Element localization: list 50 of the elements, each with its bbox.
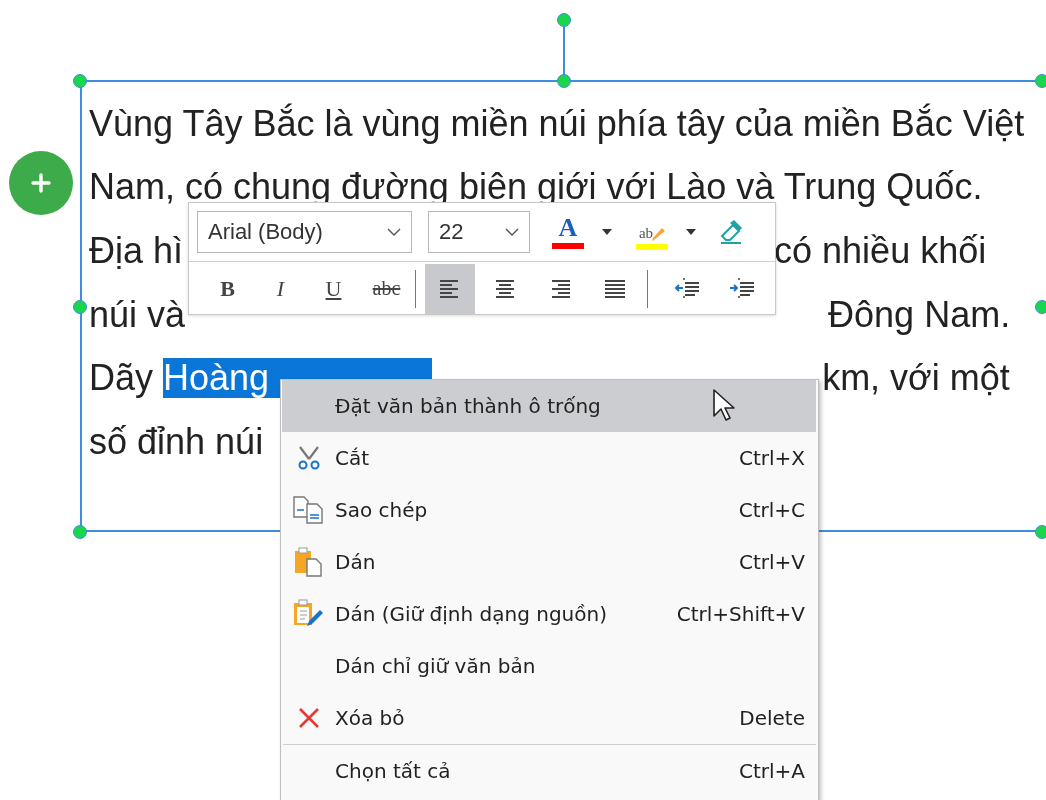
text-line: km, với một [822,358,1010,399]
menu-item[interactable]: Chọn tất cả Ctrl+A [282,745,816,797]
shortcut-text: Ctrl+X [738,446,805,470]
text-line: Đông Nam. [828,294,1011,335]
highlight-button[interactable]: ab [634,211,670,253]
resize-handle[interactable] [73,525,87,539]
copy-icon [292,496,325,524]
text-line: Dãy [89,358,155,399]
text-line: có nhiều khối [774,231,987,271]
shortcut-text: Delete [739,706,805,730]
rotate-handle[interactable] [557,13,571,27]
shortcut-text: Ctrl+A [738,759,805,783]
shortcut-text: Ctrl+V [738,550,805,574]
menu-item[interactable]: Xóa bỏ Delete [282,692,816,744]
plus-icon [30,172,52,194]
pen-icon [651,226,666,242]
underline-button[interactable]: U [307,268,360,309]
resize-handle[interactable] [73,300,87,314]
resize-handle[interactable] [1035,525,1046,539]
clipboard-pen-icon [292,599,325,629]
close-icon [296,706,321,730]
resize-handle[interactable] [1035,300,1046,314]
shortcut-text: Ctrl+C [738,498,805,522]
font-color-button[interactable]: A [550,211,586,253]
caret-icon [602,229,612,235]
font-size-dropdown[interactable]: 22 [428,211,530,253]
menu-item[interactable]: Đặt văn bản thành ô trống [282,380,816,432]
chevron-down-icon [505,228,519,236]
text-line: Địa hì [89,231,184,271]
resize-handle[interactable] [557,74,571,88]
align-left-button[interactable] [425,263,475,314]
menu-item[interactable]: Dán chỉ giữ văn bản [282,640,816,692]
shortcut-text: Ctrl+Shift+V [676,602,805,626]
clipboard-icon [293,547,324,577]
italic-button[interactable]: I [254,268,307,309]
caret-icon [686,229,696,235]
menu-item[interactable]: Dán (Giữ định dạng nguồn) Ctrl+Shift+V [282,588,816,640]
resize-handle[interactable] [73,74,87,88]
text-line: số đỉnh núi [89,421,264,462]
bold-button[interactable]: B [201,268,254,309]
resize-handle[interactable] [1035,74,1046,88]
text-line: Vùng Tây Bắc là vùng miền núi phía tây của miền Bắc Việt [89,103,1025,144]
text-line: núi và [89,294,186,335]
menu-item[interactable]: Cắt Ctrl+X [282,432,816,484]
font-dropdown[interactable]: Arial (Body) [197,211,412,253]
selected-text: Hoàng [163,358,270,399]
strikethrough-button[interactable]: abc [360,268,413,309]
menu-item[interactable]: Dán Ctrl+V [282,536,816,588]
cursor-icon [712,388,736,422]
chevron-down-icon [387,228,401,236]
